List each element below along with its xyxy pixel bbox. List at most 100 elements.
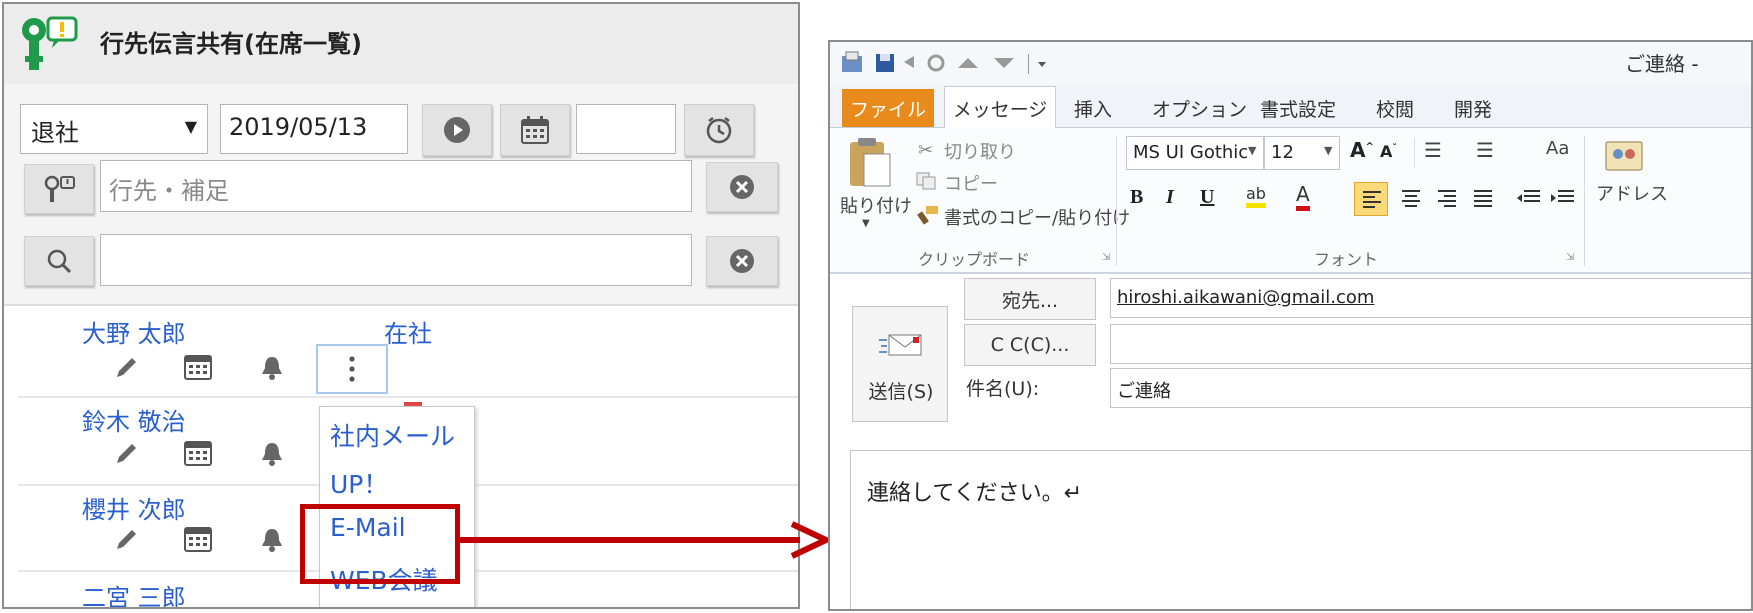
increase-indent-icon[interactable]: [1546, 182, 1580, 216]
tab-format[interactable]: 書式設定: [1260, 95, 1336, 122]
person-name[interactable]: 鈴木 敬治: [82, 402, 186, 437]
italic-button[interactable]: I: [1166, 186, 1174, 209]
format-painter-icon: [917, 206, 938, 225]
font-family-dropdown[interactable]: MS UI Gothic: [1126, 136, 1264, 170]
calendar-icon[interactable]: [180, 348, 216, 384]
search-input[interactable]: [100, 234, 692, 286]
shrink-font-icon[interactable]: Aˇ: [1380, 142, 1397, 161]
message-body-text: 連絡してください。↵: [867, 481, 1083, 506]
send-button-label: 送信(S): [868, 381, 934, 403]
play-icon: [444, 117, 470, 143]
justify-icon[interactable]: [1466, 182, 1500, 216]
person-name[interactable]: 櫻井 次郎: [82, 490, 186, 525]
status-select[interactable]: 退社 ▼: [20, 104, 208, 154]
presence-status: 在社: [384, 320, 432, 348]
numbered-list-icon[interactable]: ☰: [1476, 138, 1494, 162]
edit-pencil-icon[interactable]: [108, 436, 144, 472]
presence-list-panel: 行先伝言共有(在席一覧) 退社 ▼ 2019/05/13 行先・補足 大野 太郎…: [2, 2, 800, 609]
clear-format-icon[interactable]: Aa: [1546, 138, 1569, 159]
address-book-icon: [1605, 141, 1643, 171]
page-title: 行先伝言共有(在席一覧): [100, 30, 362, 58]
highlight-color-icon[interactable]: ab: [1246, 184, 1266, 208]
vertical-dots-icon: [349, 356, 355, 382]
paste-button-label[interactable]: 貼り付け: [840, 192, 912, 218]
align-center-icon[interactable]: [1394, 182, 1428, 216]
to-field[interactable]: hiroshi.aikawani@gmail.com: [1110, 278, 1751, 318]
quick-access-icons: [842, 51, 1046, 74]
align-left-button[interactable]: [1354, 182, 1388, 216]
send-button[interactable]: 送信(S): [852, 306, 948, 422]
destination-icon: [44, 175, 75, 202]
bell-icon[interactable]: [254, 350, 290, 386]
group-divider: [1116, 136, 1117, 266]
status-value: 退社: [31, 119, 79, 147]
chevron-down-icon: ▼: [1324, 144, 1333, 157]
message-body[interactable]: 連絡してください。↵: [850, 450, 1751, 609]
format-painter-button[interactable]: 書式のコピー/貼り付け: [944, 204, 1130, 230]
paste-icon: [850, 138, 891, 187]
tab-review[interactable]: 校閲: [1376, 95, 1414, 122]
time-input[interactable]: [576, 104, 676, 154]
underline-button[interactable]: U: [1200, 186, 1214, 209]
ribbon: 貼り付け ▼ ✂ 切り取り コピー 書式のコピー/貼り付け クリップボード ⇲ …: [830, 128, 1751, 274]
menu-item-up[interactable]: UP！: [330, 465, 388, 501]
bullet-list-icon[interactable]: ☰: [1424, 138, 1442, 162]
group-divider: [1584, 136, 1585, 266]
copy-button[interactable]: コピー: [944, 170, 998, 196]
scissors-icon: ✂: [918, 140, 934, 161]
tab-file[interactable]: ファイル: [842, 89, 934, 127]
calendar-icon[interactable]: [180, 434, 216, 470]
mail-compose-window: ご連絡 - ファイル メッセージ 挿入 オプション 書式設定 校閲 開発 貼り付…: [828, 40, 1753, 611]
person-name[interactable]: 二宮 三郎: [82, 578, 186, 607]
font-group-label: フォント: [1314, 250, 1379, 269]
tab-insert[interactable]: 挿入: [1074, 95, 1112, 122]
cut-button[interactable]: 切り取り: [944, 138, 1016, 164]
dialog-launcher-icon[interactable]: ⇲: [1102, 252, 1110, 263]
window-title: ご連絡 -: [1625, 52, 1699, 76]
clipboard-group-label: クリップボード: [918, 250, 1031, 269]
calendar-button[interactable]: [500, 104, 570, 156]
search-button[interactable]: [24, 236, 94, 286]
bold-button[interactable]: B: [1130, 186, 1143, 209]
clear-icon: [730, 249, 754, 273]
search-icon: [47, 249, 72, 274]
grow-font-icon[interactable]: A^: [1350, 138, 1374, 162]
font-color-icon[interactable]: A: [1296, 182, 1310, 211]
decrease-indent-icon[interactable]: [1512, 182, 1546, 216]
to-button[interactable]: 宛先...: [964, 278, 1096, 320]
row-divider: [18, 396, 798, 398]
tab-options[interactable]: オプション: [1152, 95, 1247, 122]
destination-input[interactable]: 行先・補足: [100, 160, 692, 212]
edit-pencil-icon[interactable]: [108, 350, 144, 386]
cc-field[interactable]: [1110, 324, 1751, 364]
bell-icon[interactable]: [254, 436, 290, 472]
highlight-box: [300, 504, 460, 584]
subject-field[interactable]: ご連絡: [1110, 368, 1751, 408]
dialog-launcher-icon[interactable]: ⇲: [1566, 252, 1574, 263]
tab-developer[interactable]: 開発: [1454, 95, 1492, 122]
calendar-icon[interactable]: [180, 520, 216, 556]
time-button[interactable]: [684, 104, 754, 156]
destination-preset-button[interactable]: [24, 164, 94, 214]
search-clear-button[interactable]: [706, 236, 778, 286]
align-right-icon[interactable]: [1430, 182, 1464, 216]
calendar-icon: [521, 116, 549, 144]
menu-item-internal-mail[interactable]: 社内メール: [330, 417, 455, 453]
cc-button[interactable]: C C(C)...: [964, 324, 1096, 366]
toolbar-divider: [1414, 138, 1415, 168]
more-options-button[interactable]: [316, 344, 388, 394]
bell-icon[interactable]: [254, 522, 290, 558]
person-name[interactable]: 大野 太郎: [82, 314, 186, 349]
arrow-icon: [456, 521, 834, 559]
send-envelope-icon: [879, 334, 922, 356]
tab-message[interactable]: メッセージ: [944, 86, 1056, 129]
date-input[interactable]: 2019/05/13: [220, 104, 408, 154]
edit-pencil-icon[interactable]: [108, 522, 144, 558]
paste-dropdown-icon[interactable]: ▼: [862, 218, 870, 229]
play-button[interactable]: [422, 104, 492, 156]
address-book-button[interactable]: アドレス: [1596, 180, 1668, 206]
chevron-down-icon: ▼: [1248, 144, 1257, 157]
clock-icon: [706, 117, 732, 144]
subject-label: 件名(U):: [966, 378, 1040, 400]
destination-clear-button[interactable]: [706, 162, 778, 212]
